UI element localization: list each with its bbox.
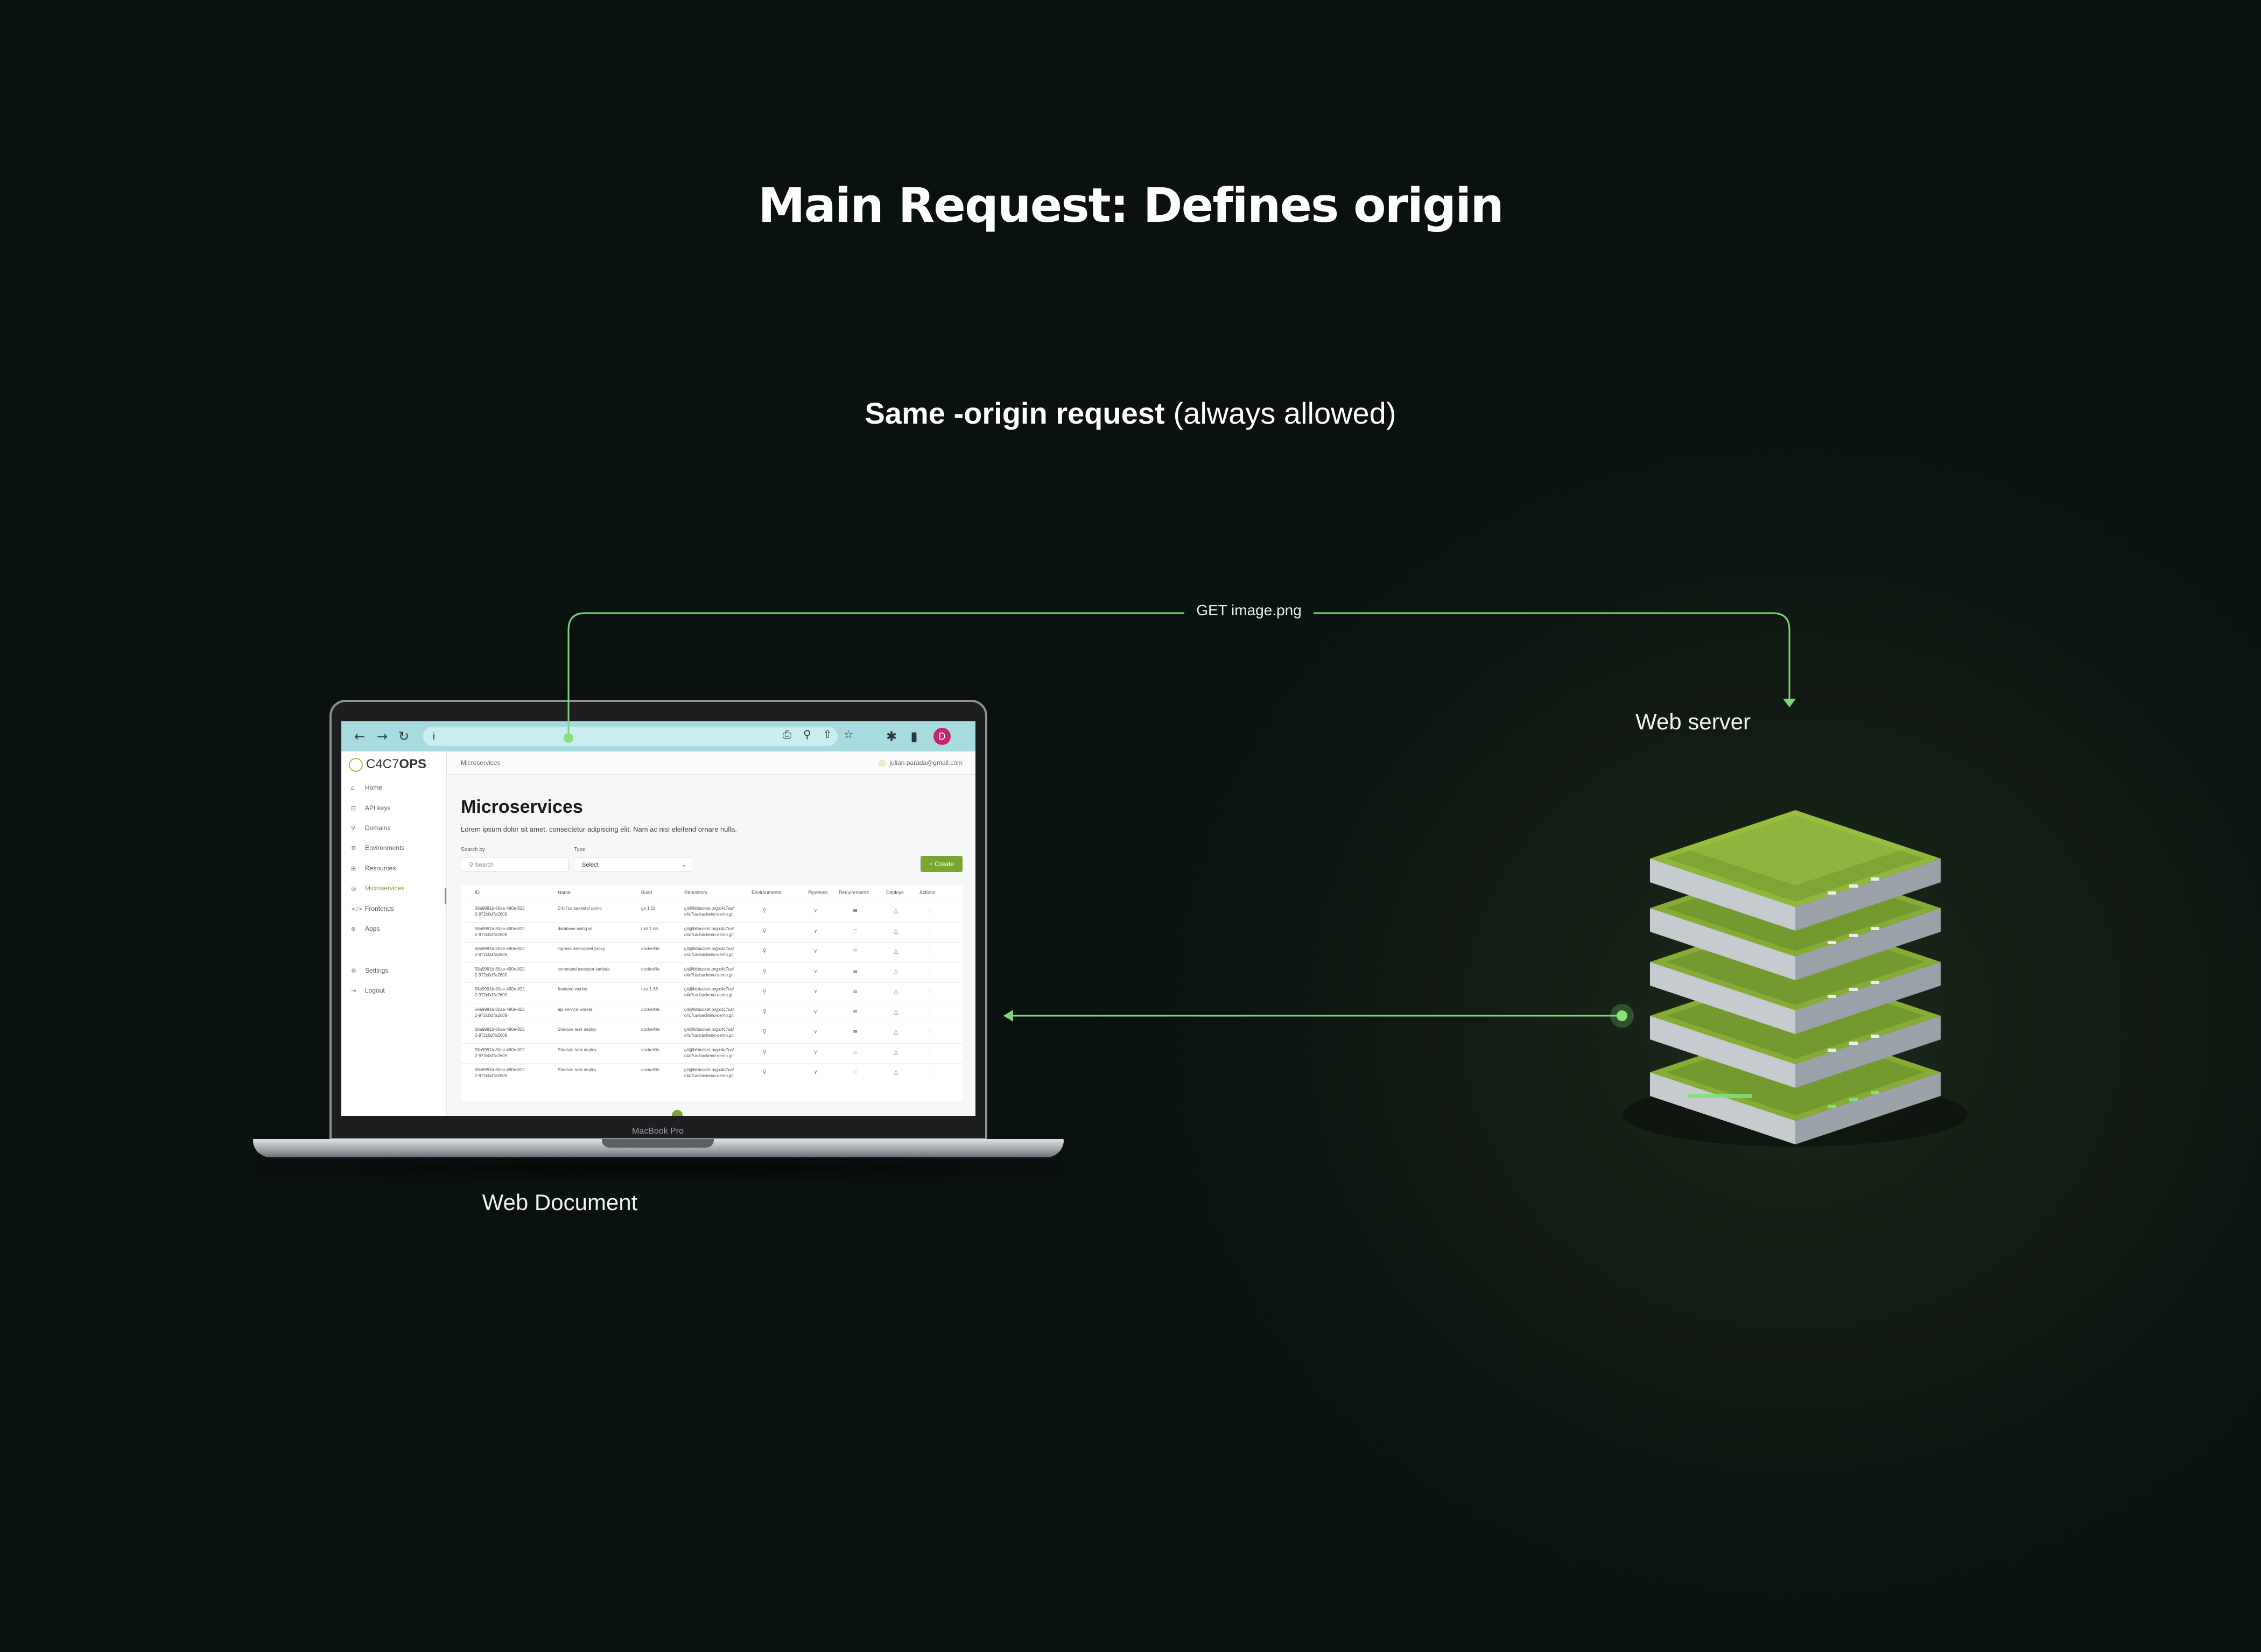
response-origin-dot [1617,1010,1627,1021]
request-origin-dot [564,733,573,743]
server-stack-icon [1623,810,1968,1147]
client-label: Web Document [482,1190,638,1215]
server-label: Web server [1635,709,1751,734]
response-arrowhead [1003,1010,1013,1022]
request-label: GET image.png [1196,602,1302,618]
request-connector [567,612,1790,740]
request-arrowhead [1783,699,1796,707]
flow-connectors [564,612,1968,1147]
